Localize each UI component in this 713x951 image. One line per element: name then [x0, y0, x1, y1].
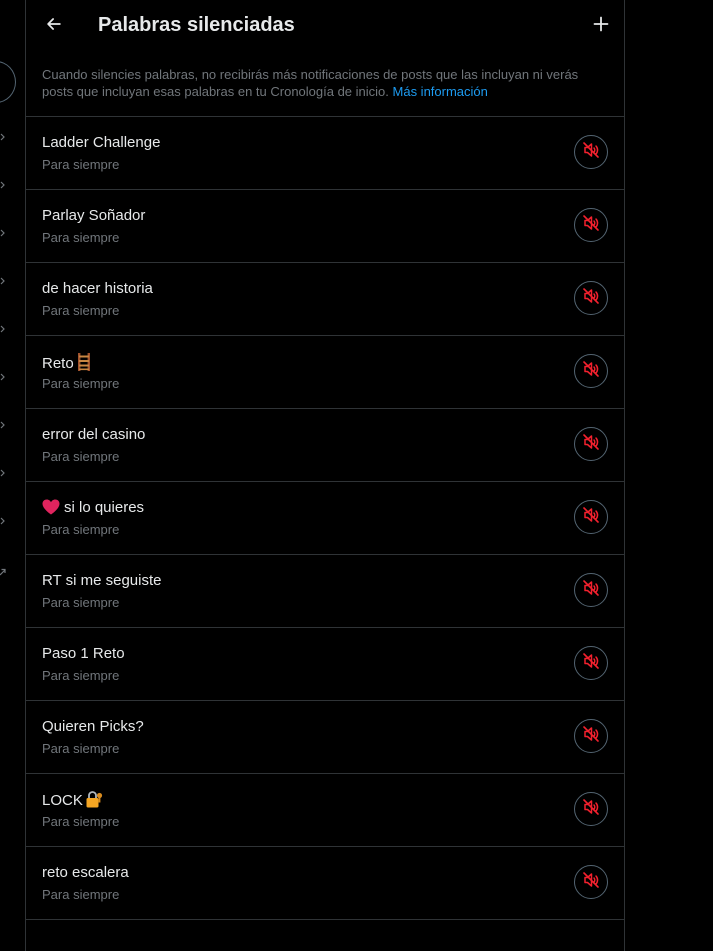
- learn-more-link[interactable]: Más información: [393, 84, 488, 99]
- muted-word-row[interactable]: RT si me seguiste Para siempre: [26, 555, 624, 628]
- muted-word-duration: Para siempre: [42, 741, 120, 756]
- muted-word-row[interactable]: de hacer historia Para siempre: [26, 263, 624, 336]
- muted-word-text: Parlay Soñador: [42, 207, 145, 224]
- chevron-right-icon[interactable]: [0, 181, 6, 189]
- intro-description: Cuando silencies palabras, no recibirás …: [26, 54, 624, 117]
- unmute-word-button[interactable]: [574, 792, 608, 826]
- speaker-muted-icon: [582, 141, 600, 164]
- muted-word-duration: Para siempre: [42, 303, 120, 318]
- muted-word-duration: Para siempre: [42, 230, 120, 245]
- muted-word-label: Paso 1 Reto: [42, 645, 125, 662]
- unmute-word-button[interactable]: [574, 427, 608, 461]
- intro-text: Cuando silencies palabras, no recibirás …: [42, 67, 579, 99]
- muted-word-text: error del casino: [42, 426, 145, 443]
- plus-icon: [593, 16, 609, 37]
- muted-word-duration: Para siempre: [42, 814, 120, 829]
- muted-word-label: Parlay Soñador: [42, 207, 146, 224]
- muted-word-duration: Para siempre: [42, 449, 120, 464]
- ladder-icon: [76, 353, 92, 375]
- muted-words-list: Ladder Challenge Para siempre Parlay Soñad…: [26, 117, 624, 920]
- muted-word-row[interactable]: Parlay Soñador Para siempre: [26, 190, 624, 263]
- muted-word-label: Ladder Challenge: [42, 134, 161, 151]
- muted-word-row[interactable]: Ladder Challenge Para siempre: [26, 117, 624, 190]
- muted-word-duration: Para siempre: [42, 522, 120, 537]
- muted-word-duration: Para siempre: [42, 376, 120, 391]
- muted-word-text: reto escalera: [42, 864, 129, 881]
- speaker-muted-icon: [582, 798, 600, 821]
- unmute-word-button[interactable]: [574, 135, 608, 169]
- speaker-muted-icon: [582, 506, 600, 529]
- page: Palabras silenciadas Cuando silencies pa…: [0, 0, 713, 951]
- chevron-right-icon[interactable]: [0, 373, 6, 381]
- muted-word-label: Reto: [42, 355, 74, 372]
- muted-word-label: LOCK: [42, 792, 83, 809]
- muted-word-row[interactable]: Quieren Picks? Para siempre: [26, 701, 624, 774]
- muted-word-text: de hacer historia: [42, 280, 153, 297]
- speaker-muted-icon: [582, 287, 600, 310]
- add-muted-word-button[interactable]: [584, 9, 618, 43]
- speaker-muted-icon: [582, 360, 600, 383]
- muted-word-row[interactable]: si lo quieres Para siempre: [26, 482, 624, 555]
- arrow-left-icon: [45, 15, 63, 38]
- muted-word-text: Paso 1 Reto: [42, 645, 125, 662]
- page-header: Palabras silenciadas: [26, 0, 624, 54]
- red-heart-icon: [42, 499, 60, 519]
- muted-word-duration: Para siempre: [42, 668, 120, 683]
- muted-word-text: Ladder Challenge: [42, 134, 160, 151]
- speaker-muted-icon: [582, 725, 600, 748]
- muted-word-text: si lo quieres: [42, 499, 144, 519]
- external-link-icon[interactable]: [0, 563, 6, 581]
- unmute-word-button[interactable]: [574, 500, 608, 534]
- back-button[interactable]: [37, 9, 71, 43]
- muted-word-label: Quieren Picks?: [42, 718, 144, 735]
- muted-word-label: si lo quieres: [64, 499, 145, 516]
- page-title: Palabras silenciadas: [98, 14, 295, 36]
- chevron-right-icon[interactable]: [0, 325, 6, 333]
- muted-word-text: Reto: [42, 353, 92, 375]
- muted-word-row[interactable]: error del casino Para siempre: [26, 409, 624, 482]
- speaker-muted-icon: [582, 579, 600, 602]
- muted-word-row[interactable]: reto escalera Para siempre: [26, 847, 624, 920]
- muted-word-duration: Para siempre: [42, 595, 120, 610]
- left-navigation-edge: [0, 0, 25, 951]
- chevron-right-icon[interactable]: [0, 469, 6, 477]
- chevron-right-icon[interactable]: [0, 277, 6, 285]
- unmute-word-button[interactable]: [574, 281, 608, 315]
- account-avatar-edge[interactable]: [0, 61, 16, 103]
- muted-word-row[interactable]: Paso 1 Reto Para siempre: [26, 628, 624, 701]
- unmute-word-button[interactable]: [574, 354, 608, 388]
- muted-word-label: error del casino: [42, 426, 146, 443]
- chevron-right-icon[interactable]: [0, 517, 6, 525]
- chevron-right-icon[interactable]: [0, 421, 6, 429]
- unmute-word-button[interactable]: [574, 646, 608, 680]
- muted-word-text: Quieren Picks?: [42, 718, 144, 735]
- muted-word-duration: Para siempre: [42, 887, 120, 902]
- unmute-word-button[interactable]: [574, 573, 608, 607]
- muted-word-duration: Para siempre: [42, 157, 120, 172]
- muted-word-label: de hacer historia: [42, 280, 153, 297]
- speaker-muted-icon: [582, 871, 600, 894]
- muted-word-row[interactable]: Reto Para siempre: [26, 336, 624, 409]
- unmute-word-button[interactable]: [574, 719, 608, 753]
- muted-word-text: RT si me seguiste: [42, 572, 162, 589]
- speaker-muted-icon: [582, 433, 600, 456]
- muted-word-label: reto escalera: [42, 864, 129, 881]
- muted-words-column: Palabras silenciadas Cuando silencies pa…: [25, 0, 625, 951]
- muted-word-row[interactable]: LOCK Para siempre: [26, 774, 624, 847]
- muted-word-text: LOCK: [42, 791, 103, 812]
- speaker-muted-icon: [582, 652, 600, 675]
- chevron-right-icon[interactable]: [0, 133, 6, 141]
- unmute-word-button[interactable]: [574, 208, 608, 242]
- unmute-word-button[interactable]: [574, 865, 608, 899]
- locked-with-key-icon: [85, 791, 103, 812]
- muted-word-label: RT si me seguiste: [42, 572, 162, 589]
- chevron-right-icon[interactable]: [0, 229, 6, 237]
- speaker-muted-icon: [582, 214, 600, 237]
